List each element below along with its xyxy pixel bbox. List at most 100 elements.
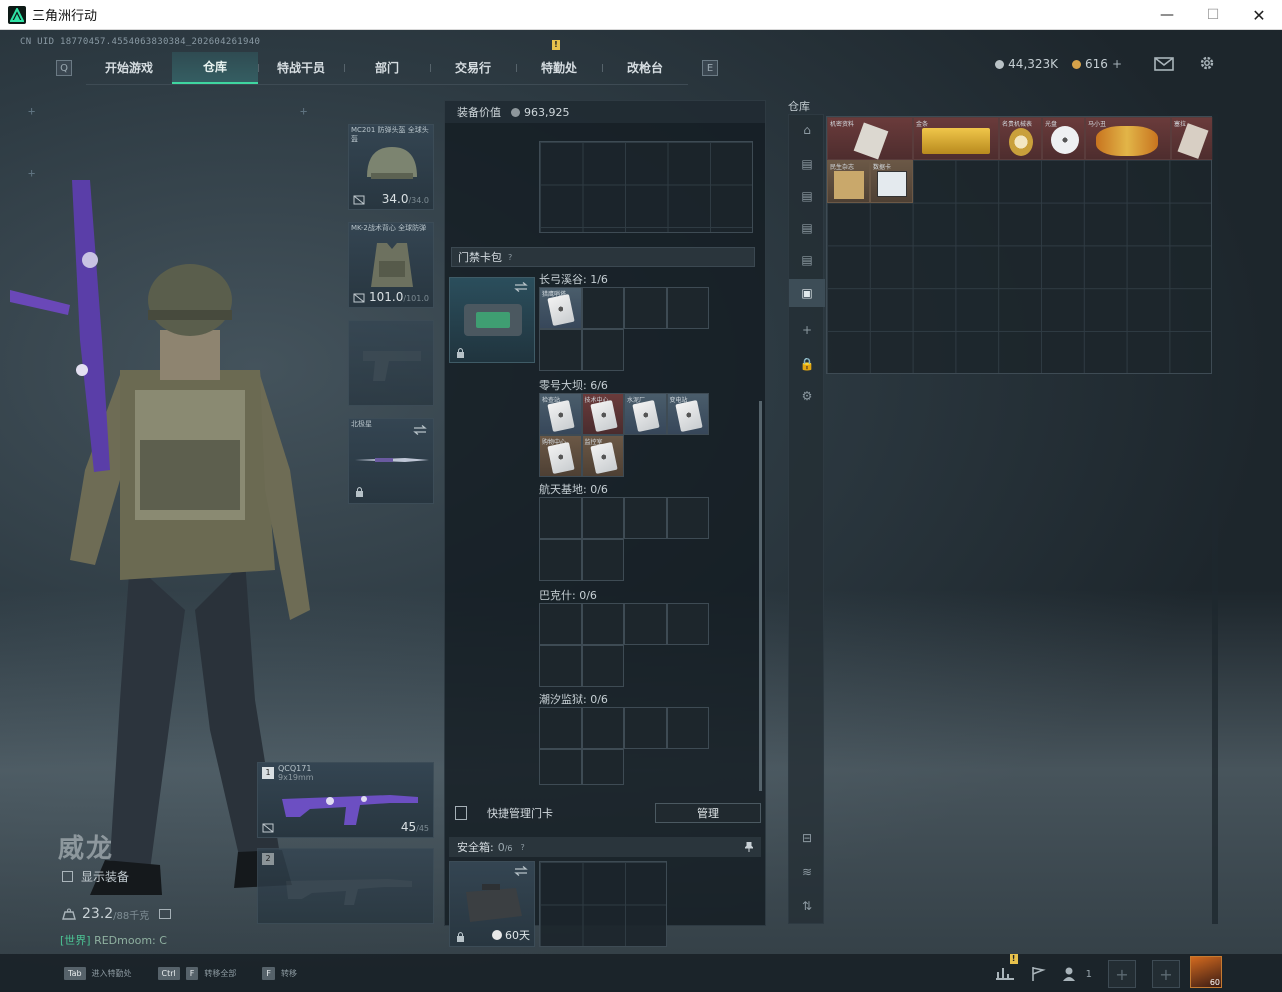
tab-special-ops[interactable]: 特勤处 ! [516, 39, 602, 84]
keycard-item[interactable]: 检查站 [539, 393, 582, 435]
backpack-grid[interactable] [539, 141, 753, 233]
tab-start-game[interactable]: 开始游戏 [86, 52, 172, 84]
card-bag-container[interactable] [449, 277, 535, 363]
empty-card-cell[interactable] [581, 603, 624, 645]
empty-card-cell[interactable] [539, 707, 582, 749]
warehouse-item[interactable]: 金条 [913, 117, 999, 160]
world-chat-line[interactable]: [世界] REDmoom: C [60, 932, 167, 948]
show-equipment-toggle[interactable]: 显示装备 [62, 868, 129, 885]
warehouse-item[interactable]: 名贵机械表 [999, 117, 1042, 160]
card-grid-longbow[interactable]: 猎鹰哨塔 [539, 287, 709, 371]
nav-next-key[interactable]: E [702, 60, 718, 76]
team-slot-empty[interactable]: + [1108, 960, 1136, 988]
swap-icon[interactable] [514, 866, 528, 876]
warehouse-item[interactable]: 数据卡 [870, 160, 913, 203]
keycard-item[interactable]: 变电站 [666, 393, 709, 435]
warehouse-tab-icon[interactable]: ▤ [798, 187, 816, 205]
warehouse-item[interactable]: 民生杂志 [827, 160, 870, 203]
hint-transfer-all[interactable]: Ctrl F 转移全部 [157, 966, 236, 980]
locked-tab-icon[interactable]: 🔒 [798, 355, 816, 373]
show-equipment-checkbox[interactable] [62, 871, 73, 882]
warehouse-tab-icon[interactable]: ▤ [798, 251, 816, 269]
empty-card-cell[interactable] [581, 645, 624, 687]
melee-slot[interactable]: 北极星 [348, 418, 434, 504]
hint-enter-special-ops[interactable]: Tab 进入特勤处 [64, 966, 132, 980]
gear-icon[interactable] [1198, 54, 1216, 72]
help-icon[interactable]: ? [521, 843, 525, 852]
flag-icon[interactable] [1030, 966, 1046, 982]
warehouse-tab-icon-active[interactable]: ▣ [789, 279, 825, 307]
helmet-slot[interactable]: MC201 防弹头盔 全球头盔 34.0/34.0 [348, 124, 434, 210]
tab-department[interactable]: 部门 [344, 52, 430, 84]
empty-card-cell[interactable] [539, 539, 582, 581]
warehouse-item[interactable]: 机密资料 [827, 117, 913, 160]
empty-card-cell[interactable] [539, 329, 582, 371]
empty-card-cell[interactable] [666, 603, 709, 645]
empty-card-cell[interactable] [539, 497, 582, 539]
transfer-icon[interactable]: ⇅ [798, 897, 816, 915]
empty-card-cell[interactable] [624, 287, 667, 329]
card-grid-brakkesh[interactable] [539, 603, 709, 687]
hint-transfer[interactable]: F 转移 [262, 966, 297, 980]
swap-icon[interactable] [413, 425, 427, 435]
warehouse-scroll-track[interactable] [1212, 114, 1218, 924]
sort-icon[interactable]: ⊟ [798, 829, 816, 847]
empty-card-cell[interactable] [539, 603, 582, 645]
add-currency-button[interactable]: + [1112, 57, 1122, 71]
primary-weapon-slot[interactable]: 1 QCQ171 9x19mm 45/45 [257, 762, 434, 838]
secondary-weapon-slot[interactable]: 2 [257, 848, 434, 924]
manage-button[interactable]: 管理 [655, 803, 761, 823]
empty-card-cell[interactable] [539, 645, 582, 687]
warehouse-home-icon[interactable]: ⌂ [798, 121, 816, 139]
empty-card-cell[interactable] [581, 749, 624, 785]
empty-card-cell[interactable] [581, 287, 624, 329]
pin-icon[interactable] [745, 842, 753, 852]
empty-card-cell[interactable] [666, 287, 709, 329]
empty-card-cell[interactable] [581, 707, 624, 749]
tab-market[interactable]: 交易行 [430, 52, 516, 84]
mail-icon[interactable] [1154, 56, 1174, 72]
add-tab-icon[interactable]: + [798, 321, 816, 339]
warehouse-item[interactable]: 塞拉 [1171, 117, 1213, 160]
warehouse-item[interactable]: 光盘 [1042, 117, 1085, 160]
safebox-grid[interactable] [539, 861, 667, 947]
tab-operators[interactable]: 特战干员 [258, 52, 344, 84]
empty-card-cell[interactable] [666, 497, 709, 539]
warehouse-settings-icon[interactable]: ⚙ [798, 387, 816, 405]
pistol-slot[interactable] [348, 320, 434, 406]
card-grid-zero-dam[interactable]: 检查站 技术中心 水泥厂 变电站 购物中心 监控室 [539, 393, 709, 477]
nav-prev-key[interactable]: Q [56, 60, 72, 76]
team-slot-empty[interactable]: + [1152, 960, 1180, 988]
keycard-item[interactable]: 水泥厂 [624, 393, 667, 435]
warehouse-grid[interactable]: 机密资料 金条 名贵机械表 光盘 马小丑 塞拉 民生杂志 数据卡 [826, 116, 1213, 374]
warehouse-item[interactable]: 马小丑 [1085, 117, 1171, 160]
empty-card-cell[interactable] [624, 707, 667, 749]
empty-card-cell[interactable] [581, 329, 624, 371]
keycard-item[interactable]: 猎鹰哨塔 [539, 287, 582, 329]
empty-card-cell[interactable] [581, 539, 624, 581]
friends-button[interactable]: 1 [1062, 966, 1092, 982]
weight-details-icon[interactable] [159, 909, 172, 919]
minimize-button[interactable]: — [1144, 0, 1190, 30]
tab-gunsmith[interactable]: 改枪台 [602, 52, 688, 84]
warehouse-tab-icon[interactable]: ▤ [798, 155, 816, 173]
empty-card-cell[interactable] [624, 497, 667, 539]
empty-card-cell[interactable] [624, 603, 667, 645]
card-grid-space-base[interactable] [539, 497, 709, 581]
keycard-item[interactable]: 监控室 [581, 435, 624, 477]
stats-button[interactable]: ! [995, 954, 1018, 984]
help-icon[interactable]: ? [508, 253, 512, 262]
warehouse-tab-icon[interactable]: ▤ [798, 219, 816, 237]
keycard-item[interactable]: 技术中心 [581, 393, 624, 435]
keycard-item[interactable]: 购物中心 [539, 435, 582, 477]
empty-card-cell[interactable] [666, 707, 709, 749]
tab-warehouse[interactable]: 仓库 [172, 51, 258, 84]
layers-icon[interactable]: ≋ [798, 863, 816, 881]
card-grid-tidal-prison[interactable] [539, 707, 709, 785]
scrollbar[interactable] [759, 401, 762, 791]
swap-icon[interactable] [514, 282, 528, 292]
player-avatar[interactable]: 60 [1190, 956, 1222, 988]
maximize-button[interactable]: ☐ [1190, 0, 1236, 30]
armor-slot[interactable]: MK-2战术背心 全球防弹 101.0/101.0 [348, 222, 434, 308]
empty-card-cell[interactable] [539, 749, 582, 785]
